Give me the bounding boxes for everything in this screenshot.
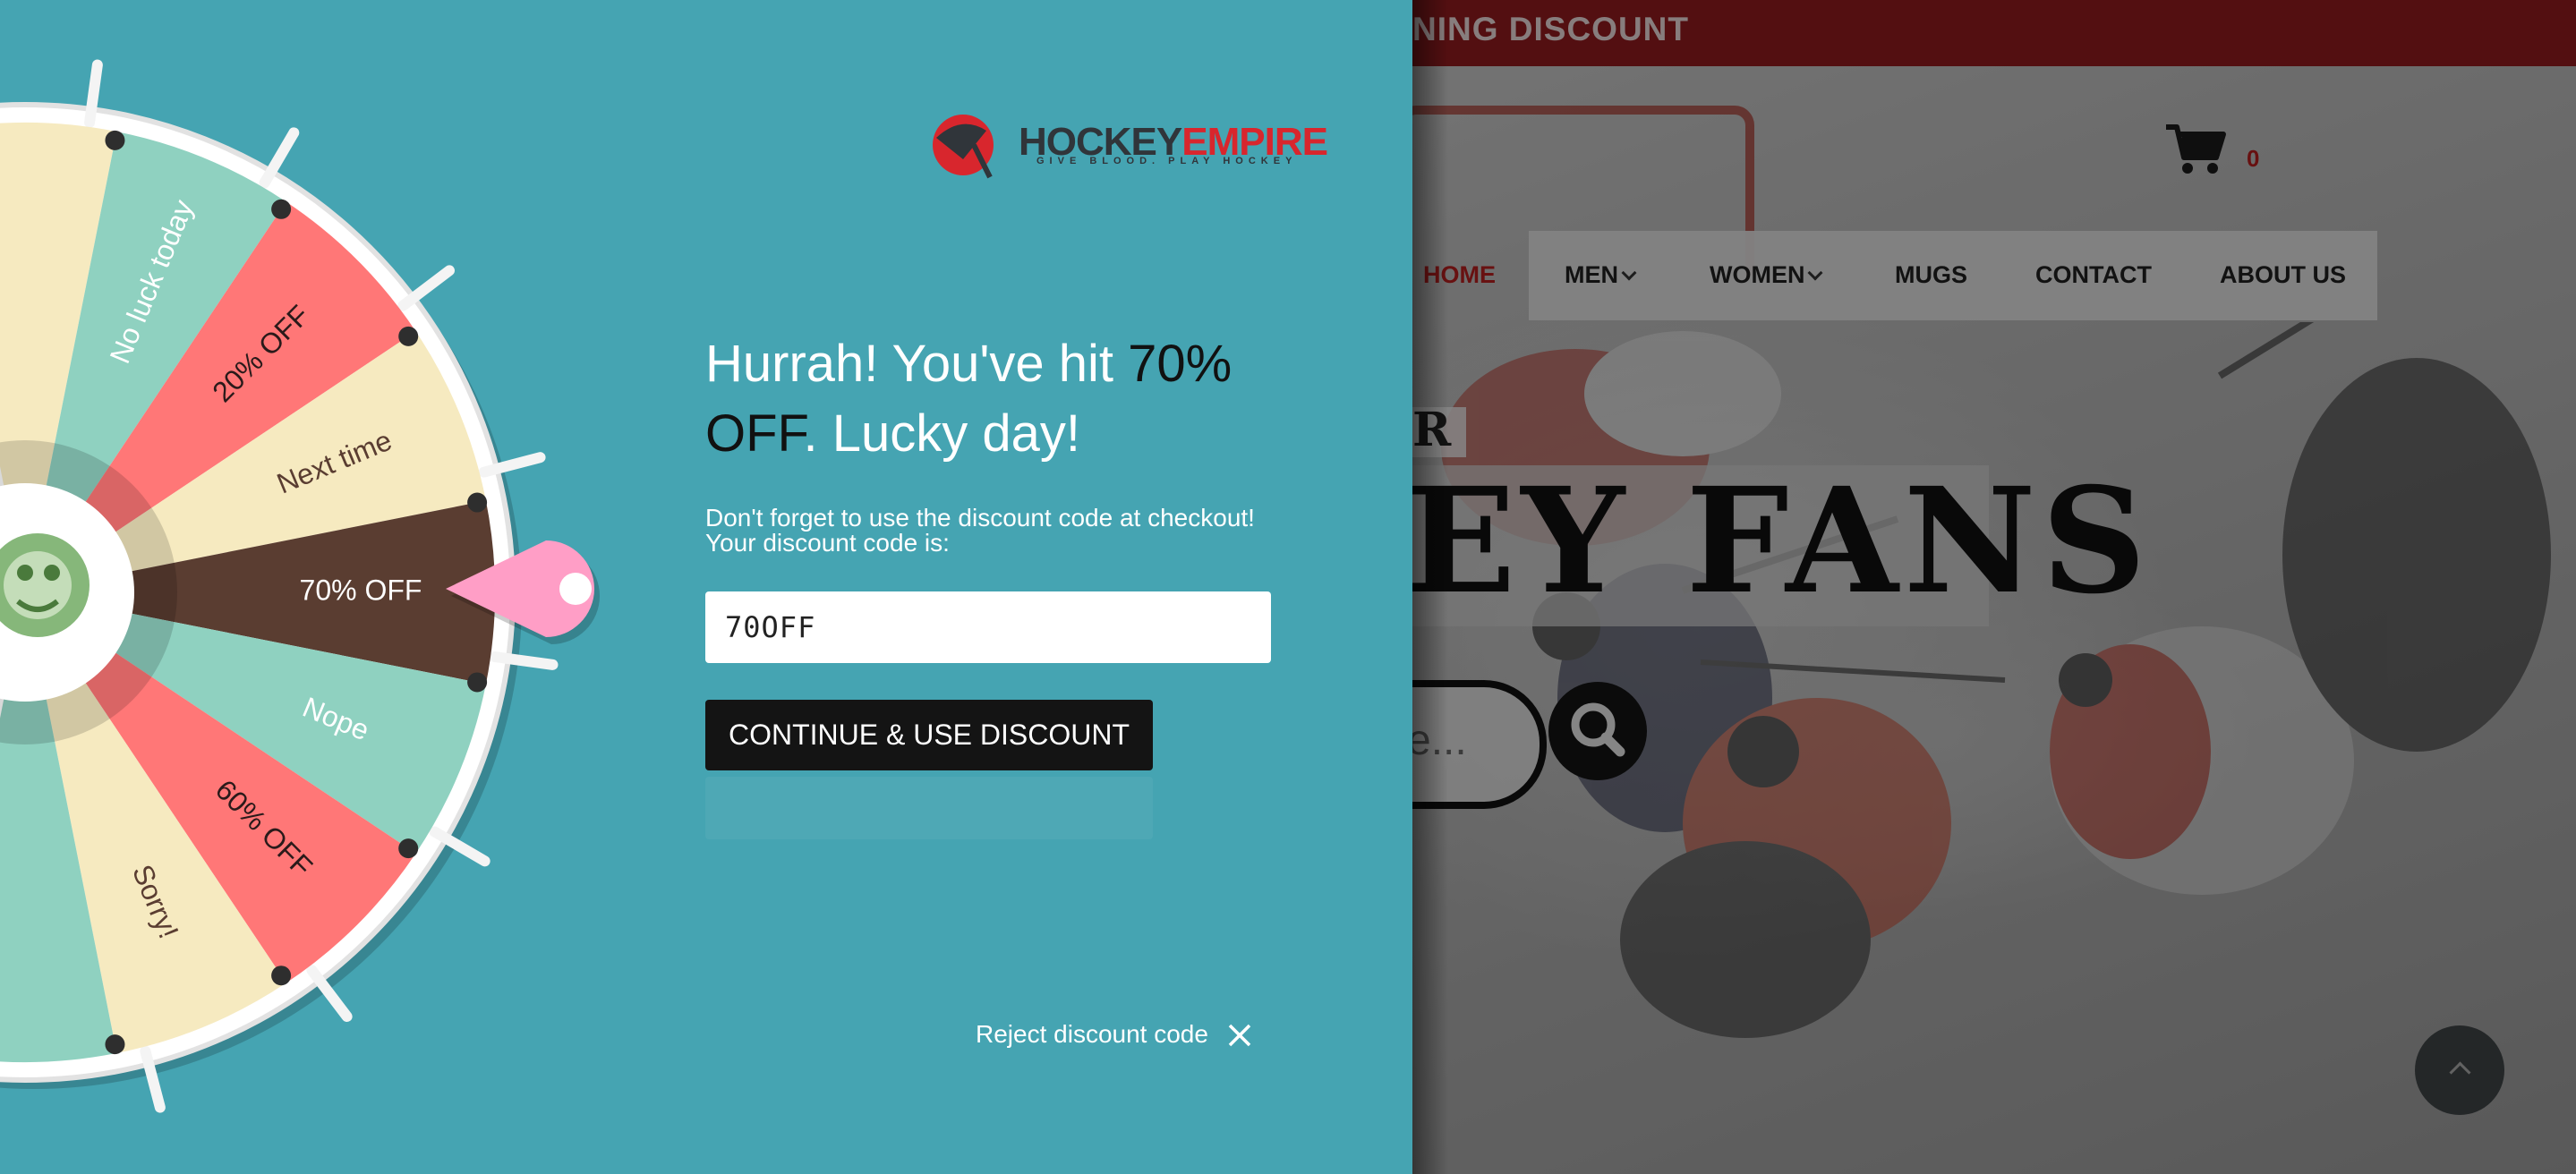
win-headline: Hurrah! You've hit 70% OFF. Lucky day! (705, 329, 1242, 469)
info-line: Your discount code is: (705, 529, 950, 557)
wheel-dot (105, 1034, 125, 1055)
close-icon[interactable] (1226, 1022, 1253, 1049)
wheel-segment-label: 70% OFF (300, 574, 422, 606)
wheel-dot (467, 492, 488, 513)
logo-tagline: GIVE BLOOD. PLAY HOCKEY (1036, 156, 1298, 166)
headline-text: . Lucky day! (803, 404, 1081, 463)
wheel-dot (398, 326, 419, 346)
continue-use-discount-button[interactable]: CONTINUE & USE DISCOUNT (705, 700, 1153, 770)
hidden-button (705, 777, 1153, 839)
wheel-dot (467, 672, 488, 693)
reject-discount-link[interactable]: Reject discount code (976, 1020, 1208, 1049)
headline-text: Hurrah! You've hit (705, 335, 1129, 393)
prize-wheel: No luck today 20% OFFNext time70% OFFNope… (0, 59, 600, 1113)
panel-shadow (1412, 0, 1448, 1174)
info-line: Don't forget to use the discount code at… (705, 504, 1255, 532)
spin-wheel-popup: No luck today 20% OFF Next time 70% OFF Nope… (0, 0, 1412, 1174)
wheel-dot (271, 966, 292, 986)
discount-info: Don't forget to use the discount code at… (705, 506, 1260, 556)
wheel-dot (105, 130, 125, 150)
wheel-dot (271, 199, 292, 219)
discount-code-field[interactable]: 70OFF (705, 591, 1271, 663)
wheel-peg (397, 265, 456, 311)
wheel-dot (398, 838, 419, 859)
